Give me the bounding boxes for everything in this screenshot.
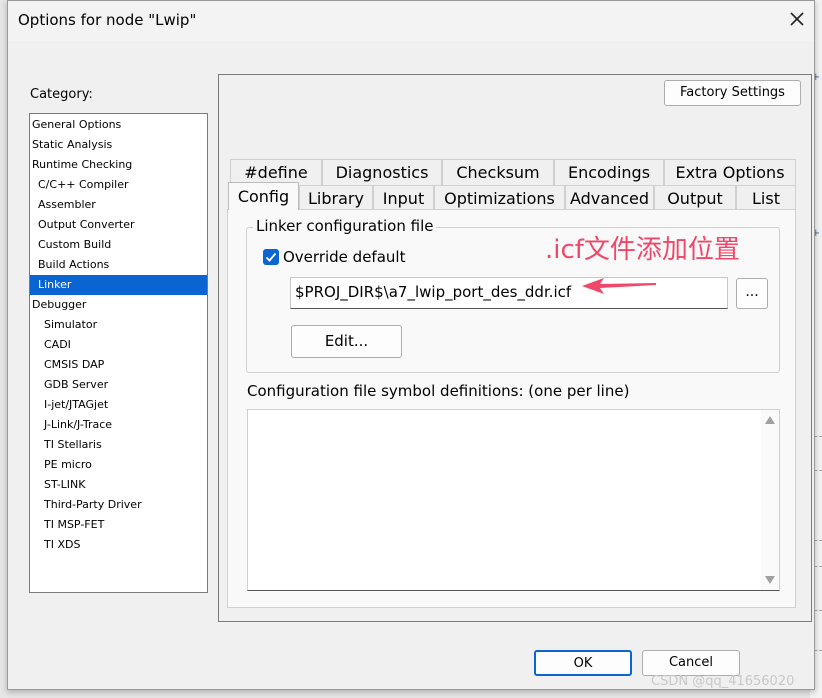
category-item[interactable]: PE micro [30,455,207,475]
override-default-checkbox[interactable] [263,249,279,265]
category-item[interactable]: I-jet/JTAGjet [30,395,207,415]
symbol-definitions-textarea[interactable] [247,409,780,591]
tab-extra-options[interactable]: Extra Options [664,159,796,185]
category-item[interactable]: Build Actions [30,255,207,275]
tab-optimizations[interactable]: Optimizations [434,185,565,210]
title-bar: Options for node "Lwip" [8,1,814,41]
linker-config-group-label: Linker configuration file [253,217,437,235]
category-item[interactable]: Runtime Checking [30,155,207,175]
tab-input[interactable]: Input [373,185,434,210]
category-item[interactable]: CADI [30,335,207,355]
category-item[interactable]: ST-LINK [30,475,207,495]
tab-encodings[interactable]: Encodings [554,159,664,185]
tab-list[interactable]: List [736,185,796,210]
linker-config-file-input[interactable]: $PROJ_DIR$\a7_lwip_port_des_ddr.icf [290,277,728,309]
ok-button[interactable]: OK [534,650,632,676]
category-label: Category: [30,87,93,102]
category-item[interactable]: Assembler [30,195,207,215]
tab-config[interactable]: Config [228,182,299,210]
category-item[interactable]: Third-Party Driver [30,495,207,515]
symbol-definitions-label: Configuration file symbol definitions: (… [247,382,630,400]
cancel-button[interactable]: Cancel [642,650,740,676]
category-item[interactable]: Debugger [30,295,207,315]
annotation-text: .icf文件添加位置 [545,235,740,265]
tab-advanced[interactable]: Advanced [565,185,654,210]
category-item[interactable]: Output Converter [30,215,207,235]
edit-button[interactable]: Edit... [291,325,402,358]
category-item[interactable]: CMSIS DAP [30,355,207,375]
category-list[interactable]: General Options Static Analysis Runtime Ch… [29,113,208,593]
tab-diagnostics[interactable]: Diagnostics [322,159,442,185]
tab-checksum[interactable]: Checksum [442,159,554,185]
scroll-down-icon[interactable] [765,576,775,584]
category-item[interactable]: General Options [30,115,207,135]
browse-button[interactable]: ... [736,278,768,309]
category-item[interactable]: TI MSP-FET [30,515,207,535]
textarea-scrollbar[interactable] [761,410,779,590]
annotation-arrow-icon [582,278,656,294]
category-item[interactable]: GDB Server [30,375,207,395]
category-item[interactable]: Static Analysis [30,135,207,155]
tab-library[interactable]: Library [299,185,373,210]
scroll-up-icon[interactable] [765,416,775,424]
factory-settings-button[interactable]: Factory Settings [664,80,801,106]
category-item[interactable]: TI XDS [30,535,207,555]
checkmark-icon [265,252,277,262]
category-item[interactable]: Linker [30,275,207,295]
category-item[interactable]: C/C++ Compiler [30,175,207,195]
category-item[interactable]: Custom Build [30,235,207,255]
dialog-title: Options for node "Lwip" [18,11,197,29]
tab-output[interactable]: Output [654,185,736,210]
watermark: CSDN @qq_41656020 [651,674,795,689]
category-item[interactable]: Simulator [30,315,207,335]
override-default-label: Override default [283,248,406,266]
category-item[interactable]: J-Link/J-Trace [30,415,207,435]
close-icon[interactable] [787,9,807,29]
category-item[interactable]: TI Stellaris [30,435,207,455]
